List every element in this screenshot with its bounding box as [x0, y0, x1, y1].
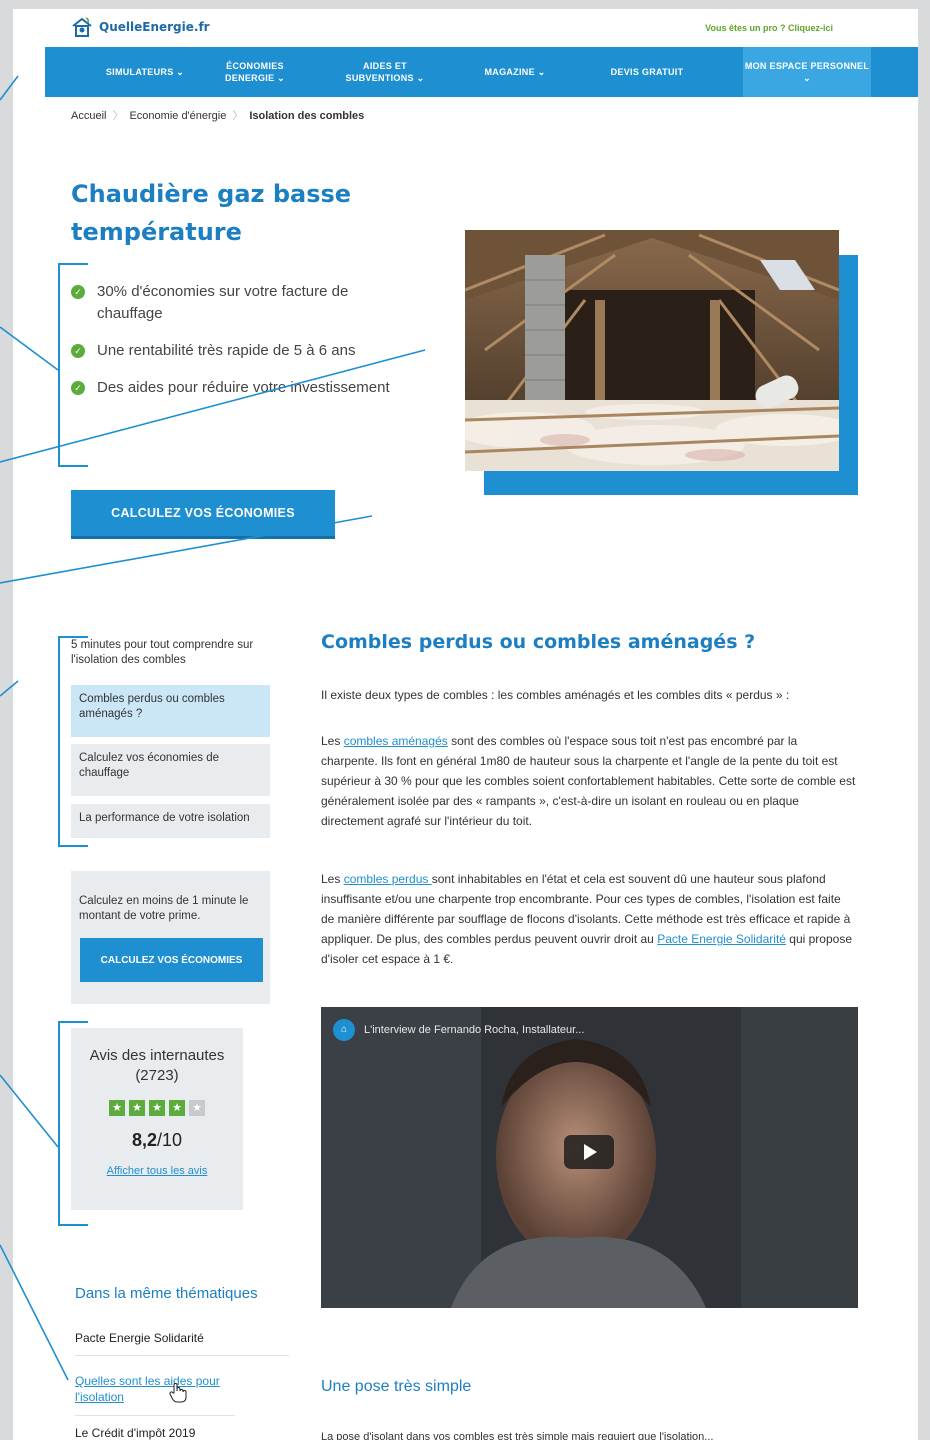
breadcrumb-current: Isolation des combles	[249, 110, 365, 122]
related-title: Dans la même thématiques	[75, 1285, 258, 1302]
breadcrumb-section[interactable]: Economie d'énergie	[129, 110, 226, 122]
article-paragraph-2: Les combles perdus sont inhabitables en …	[321, 869, 857, 969]
article-paragraph-1: Les combles aménagés sont des combles où…	[321, 731, 857, 831]
benefit-item: ✓ 30% d'économies sur votre facture de ch…	[71, 281, 391, 325]
toc-item-economies[interactable]: Calculez vos économies de chauffage	[71, 744, 270, 796]
rating-stars: ★ ★ ★ ★ ★	[71, 1100, 243, 1116]
article-intro: Il existe deux types de combles : les co…	[321, 688, 790, 702]
star-icon: ★	[109, 1100, 125, 1116]
logo-text: QuelleEnergie.fr	[99, 20, 210, 34]
link-combles-amenages[interactable]: combles aménagés	[344, 734, 448, 748]
play-icon	[584, 1144, 597, 1160]
nav-simulateurs[interactable]: SIMULATEURS ⌄	[90, 47, 200, 97]
house-logo-icon	[72, 17, 92, 37]
section-heading: Une pose très simple	[321, 1378, 472, 1395]
star-icon: ★	[149, 1100, 165, 1116]
page-title: Chaudière gaz basse température	[71, 180, 352, 246]
related-link-credit[interactable]: Le Crédit d'impôt 2019	[75, 1426, 289, 1440]
all-reviews-link[interactable]: Afficher tous les avis	[71, 1165, 243, 1177]
related-link-pacte[interactable]: Pacte Energie Solidarité	[75, 1331, 289, 1356]
toc-item-combles[interactable]: Combles perdus ou combles aménagés ?	[71, 685, 270, 737]
star-icon: ★	[189, 1100, 205, 1116]
toc-title: 5 minutes pour tout comprendre sur l'iso…	[71, 639, 254, 666]
channel-logo-icon: ⌂	[333, 1019, 355, 1041]
pro-link[interactable]: Vous êtes un pro ? Cliquez-ici	[705, 23, 833, 33]
nav-aides-subventions[interactable]: AIDES ET SUBVENTIONS ⌄	[330, 47, 440, 97]
article-heading: Combles perdus ou combles aménagés ?	[321, 631, 756, 653]
benefit-item: ✓ Des aides pour réduire votre investisse…	[71, 377, 391, 399]
toc-item-performance[interactable]: La performance de votre isolation	[71, 804, 270, 838]
nav-espace-personnel[interactable]: MON ESPACE PERSONNEL ⌄	[743, 47, 871, 97]
link-pacte-energie[interactable]: Pacte Energie Solidarité	[657, 932, 786, 946]
calc-text: Calculez en moins de 1 minute le montant…	[79, 895, 249, 922]
benefit-text: 30% d'économies sur votre facture de cha…	[97, 283, 349, 322]
breadcrumb-home[interactable]: Accueil	[71, 110, 106, 122]
attic-illustration	[465, 230, 839, 471]
benefit-item: ✓ Une rentabilité très rapide de 5 à 6 an…	[71, 340, 391, 362]
benefit-text: Une rentabilité très rapide de 5 à 6 ans	[97, 342, 356, 359]
star-icon: ★	[129, 1100, 145, 1116]
calc-box: Calculez en moins de 1 minute le montant…	[71, 871, 270, 1004]
page: QuelleEnergie.fr Vous êtes un pro ? Cliq…	[13, 9, 918, 1440]
link-combles-perdus[interactable]: combles perdus	[344, 872, 432, 886]
calculate-savings-button[interactable]: CALCULEZ VOS ÉCONOMIES	[71, 490, 335, 536]
article-text: sont des combles où l'espace sous toit n…	[321, 734, 856, 828]
benefit-text: Des aides pour réduire votre investissem…	[97, 379, 390, 396]
article-text: Les	[321, 734, 344, 748]
check-icon: ✓	[71, 285, 85, 299]
breadcrumb-separator: 〉	[232, 110, 244, 122]
rating-score-value: 8,2	[131, 1130, 157, 1150]
nav-economies-energie[interactable]: ÉCONOMIES DENERGIE ⌄	[210, 47, 300, 97]
rating-score: 8,2/10	[71, 1130, 243, 1151]
main-nav: SIMULATEURS ⌄ ÉCONOMIES DENERGIE ⌄ AIDES…	[45, 47, 918, 97]
nav-devis-gratuit[interactable]: DEVIS GRATUIT	[592, 47, 702, 97]
check-icon: ✓	[71, 344, 85, 358]
article-tail: La pose d'isolant dans vos combles est t…	[321, 1431, 714, 1440]
breadcrumb: Accueil 〉 Economie d'énergie 〉 Isolation des…	[71, 107, 364, 123]
video-title-bar: ⌂ L'interview de Fernando Rocha, Install…	[333, 1019, 584, 1041]
breadcrumb-separator: 〉	[112, 110, 124, 122]
logo[interactable]: QuelleEnergie.fr	[71, 17, 210, 37]
top-bar: QuelleEnergie.fr Vous êtes un pro ? Cliq…	[13, 9, 918, 47]
nav-magazine[interactable]: MAGAZINE ⌄	[465, 47, 565, 97]
reviews-count: (2723)	[135, 1067, 179, 1084]
related-link-aides[interactable]: Quelles sont les aides pour l'isolation	[75, 1373, 235, 1416]
video-player[interactable]: ⌂ L'interview de Fernando Rocha, Install…	[321, 1007, 858, 1308]
attic-photo	[465, 230, 839, 471]
article-text: Les	[321, 872, 344, 886]
rating-score-suffix: /10	[157, 1130, 183, 1150]
video-title[interactable]: L'interview de Fernando Rocha, Installat…	[364, 1024, 584, 1036]
star-icon: ★	[169, 1100, 185, 1116]
calc-savings-button[interactable]: CALCULEZ VOS ÉCONOMIES	[80, 938, 263, 982]
reviews-box: Avis des internautes (2723) ★ ★ ★ ★ ★ 8,2/10…	[71, 1028, 243, 1210]
reviews-title: Avis des internautes	[89, 1047, 225, 1064]
check-icon: ✓	[71, 381, 85, 395]
play-button[interactable]	[564, 1135, 614, 1169]
hand-cursor-icon	[169, 1383, 187, 1403]
benefits-list: ✓ 30% d'économies sur votre facture de ch…	[71, 281, 391, 414]
